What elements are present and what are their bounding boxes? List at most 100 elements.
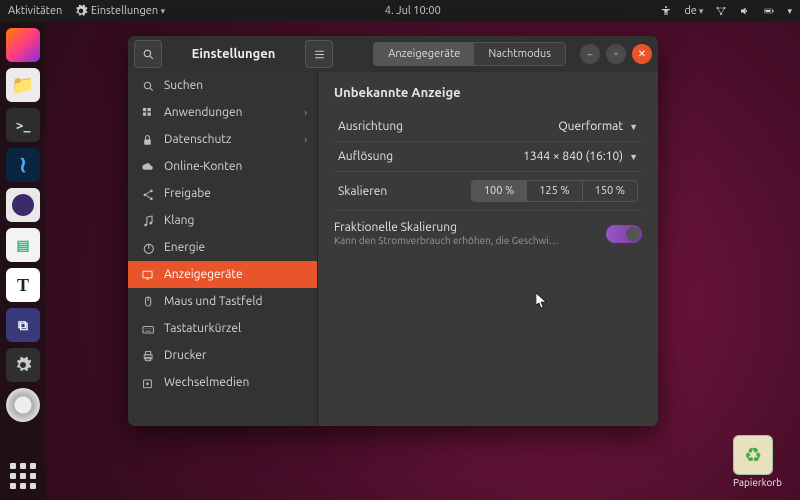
accessibility-icon bbox=[660, 5, 672, 17]
scale-label: Skalieren bbox=[338, 185, 471, 198]
media-icon bbox=[140, 376, 154, 389]
menu-icon bbox=[313, 48, 326, 61]
sidebar-item-apps[interactable]: Anwendungen› bbox=[128, 99, 317, 126]
sidebar-item-label: Tastaturkürzel bbox=[164, 322, 241, 335]
sidebar-item-label: Drucker bbox=[164, 349, 206, 362]
trash-icon: ♻ bbox=[733, 435, 773, 475]
settings-sidebar: Suchen Anwendungen› Datenschutz › Online-Kon… bbox=[128, 72, 318, 426]
sidebar-item-label: Energie bbox=[164, 241, 205, 254]
sidebar-item-label: Suchen bbox=[164, 79, 203, 92]
sidebar-item-label: Maus und Tastfeld bbox=[164, 295, 263, 308]
top-bar: Aktivitäten Einstellungen 4. Jul 10:00 d… bbox=[0, 0, 800, 22]
sidebar-item-cloud[interactable]: Online-Konten bbox=[128, 153, 317, 180]
fractional-desc: Kann den Stromverbrauch erhöhen, die Ges… bbox=[334, 235, 564, 246]
header-tabs: Anzeigegeräte Nachtmodus bbox=[373, 42, 566, 66]
sidebar-item-label: Klang bbox=[164, 214, 194, 227]
trash[interactable]: ♻ Papierkorb bbox=[733, 435, 782, 488]
printer-icon bbox=[140, 349, 154, 362]
chevron-down-icon: ▼ bbox=[629, 152, 638, 162]
keyboard-icon bbox=[140, 322, 154, 335]
search-icon bbox=[142, 48, 155, 61]
sidebar-item-label: Wechselmedien bbox=[164, 376, 249, 389]
sidebar-item-keyboard[interactable]: Tastaturkürzel bbox=[128, 315, 317, 342]
sidebar-item-label: Datenschutz bbox=[164, 133, 232, 146]
scale-option-0[interactable]: 100 % bbox=[472, 181, 526, 201]
orientation-label: Ausrichtung bbox=[338, 120, 558, 133]
sidebar-item-mouse[interactable]: Maus und Tastfeld bbox=[128, 288, 317, 315]
sidebar-item-label: Freigabe bbox=[164, 187, 211, 200]
dock-firefox[interactable] bbox=[6, 28, 40, 62]
sidebar-item-label: Anzeigegeräte bbox=[164, 268, 243, 281]
apps-icon bbox=[140, 106, 154, 119]
activities-button[interactable]: Aktivitäten bbox=[8, 5, 62, 17]
hamburger-menu[interactable] bbox=[305, 40, 333, 68]
orientation-value: Querformat bbox=[558, 120, 623, 133]
battery-icon bbox=[763, 5, 775, 17]
dock-screenshot[interactable]: ⧉ bbox=[6, 308, 40, 342]
scale-option-2[interactable]: 150 % bbox=[582, 181, 637, 201]
close-button[interactable]: ✕ bbox=[632, 44, 652, 64]
chevron-down-icon: ▼ bbox=[629, 122, 638, 132]
scale-segmented: 100 %125 %150 % bbox=[471, 180, 638, 202]
trash-label: Papierkorb bbox=[733, 477, 782, 488]
sidebar-item-display[interactable]: Anzeigegeräte bbox=[128, 261, 317, 288]
tab-night-light[interactable]: Nachtmodus bbox=[474, 43, 565, 65]
sidebar-item-printer[interactable]: Drucker bbox=[128, 342, 317, 369]
pane-heading: Unbekannte Anzeige bbox=[334, 86, 642, 100]
cloud-icon bbox=[140, 160, 154, 173]
dock-vscode[interactable]: ≀ bbox=[6, 148, 40, 182]
chevron-right-icon: › bbox=[304, 134, 307, 145]
app-menu[interactable]: Einstellungen bbox=[74, 4, 165, 18]
fractional-switch[interactable] bbox=[606, 225, 642, 243]
volume-icon bbox=[739, 5, 751, 17]
clock[interactable]: 4. Jul 10:00 bbox=[165, 5, 660, 17]
share-icon bbox=[140, 187, 154, 200]
fractional-title: Fraktionelle Skalierung bbox=[334, 221, 606, 234]
music-icon bbox=[140, 214, 154, 227]
dock-typography[interactable]: T bbox=[6, 268, 40, 302]
titlebar: Einstellungen Anzeigegeräte Nachtmodus –… bbox=[128, 36, 658, 72]
row-resolution[interactable]: Auflösung 1344 × 840 (16:10) ▼ bbox=[334, 142, 642, 172]
window-title: Einstellungen bbox=[166, 47, 301, 61]
row-scale: Skalieren 100 %125 %150 % bbox=[334, 172, 642, 211]
cursor-icon bbox=[536, 293, 548, 309]
tab-displays[interactable]: Anzeigegeräte bbox=[374, 43, 474, 65]
sidebar-item-share[interactable]: Freigabe bbox=[128, 180, 317, 207]
show-applications[interactable] bbox=[9, 462, 37, 490]
dock-files[interactable]: 📁 bbox=[6, 68, 40, 102]
dock-libreoffice[interactable]: ▤ bbox=[6, 228, 40, 262]
sidebar-item-power[interactable]: Energie bbox=[128, 234, 317, 261]
search-icon bbox=[140, 79, 154, 92]
network-icon bbox=[715, 5, 727, 17]
dock-media[interactable] bbox=[6, 388, 40, 422]
language-indicator[interactable]: de bbox=[684, 5, 703, 17]
displays-pane: Unbekannte Anzeige Ausrichtung Querforma… bbox=[318, 72, 658, 426]
row-fractional-scaling: Fraktionelle Skalierung Kann den Stromve… bbox=[334, 211, 642, 246]
sidebar-item-music[interactable]: Klang bbox=[128, 207, 317, 234]
search-button[interactable] bbox=[134, 40, 162, 68]
maximize-button[interactable]: ▫ bbox=[606, 44, 626, 64]
sidebar-item-media[interactable]: Wechselmedien bbox=[128, 369, 317, 396]
display-icon bbox=[140, 268, 154, 281]
sidebar-item-search[interactable]: Suchen bbox=[128, 72, 317, 99]
power-icon bbox=[140, 241, 154, 254]
resolution-label: Auflösung bbox=[338, 150, 523, 163]
mouse-icon bbox=[140, 295, 154, 308]
system-indicators[interactable]: de ▾ bbox=[660, 5, 792, 17]
lock-icon bbox=[140, 133, 154, 146]
chevron-down-icon: ▾ bbox=[787, 6, 792, 17]
gear-icon bbox=[14, 356, 32, 374]
dock-settings[interactable] bbox=[6, 348, 40, 382]
dock-terminal[interactable]: >_ bbox=[6, 108, 40, 142]
dock-eclipse[interactable] bbox=[6, 188, 40, 222]
gear-icon bbox=[74, 4, 88, 18]
resolution-value: 1344 × 840 (16:10) bbox=[523, 150, 623, 163]
scale-option-1[interactable]: 125 % bbox=[526, 181, 581, 201]
minimize-button[interactable]: – bbox=[580, 44, 600, 64]
chevron-right-icon: › bbox=[304, 107, 307, 118]
dock: 📁 >_ ≀ ▤ T ⧉ bbox=[0, 22, 46, 500]
sidebar-item-lock[interactable]: Datenschutz › bbox=[128, 126, 317, 153]
sidebar-item-label: Online-Konten bbox=[164, 160, 242, 173]
settings-window: Einstellungen Anzeigegeräte Nachtmodus –… bbox=[128, 36, 658, 426]
row-orientation[interactable]: Ausrichtung Querformat ▼ bbox=[334, 112, 642, 142]
